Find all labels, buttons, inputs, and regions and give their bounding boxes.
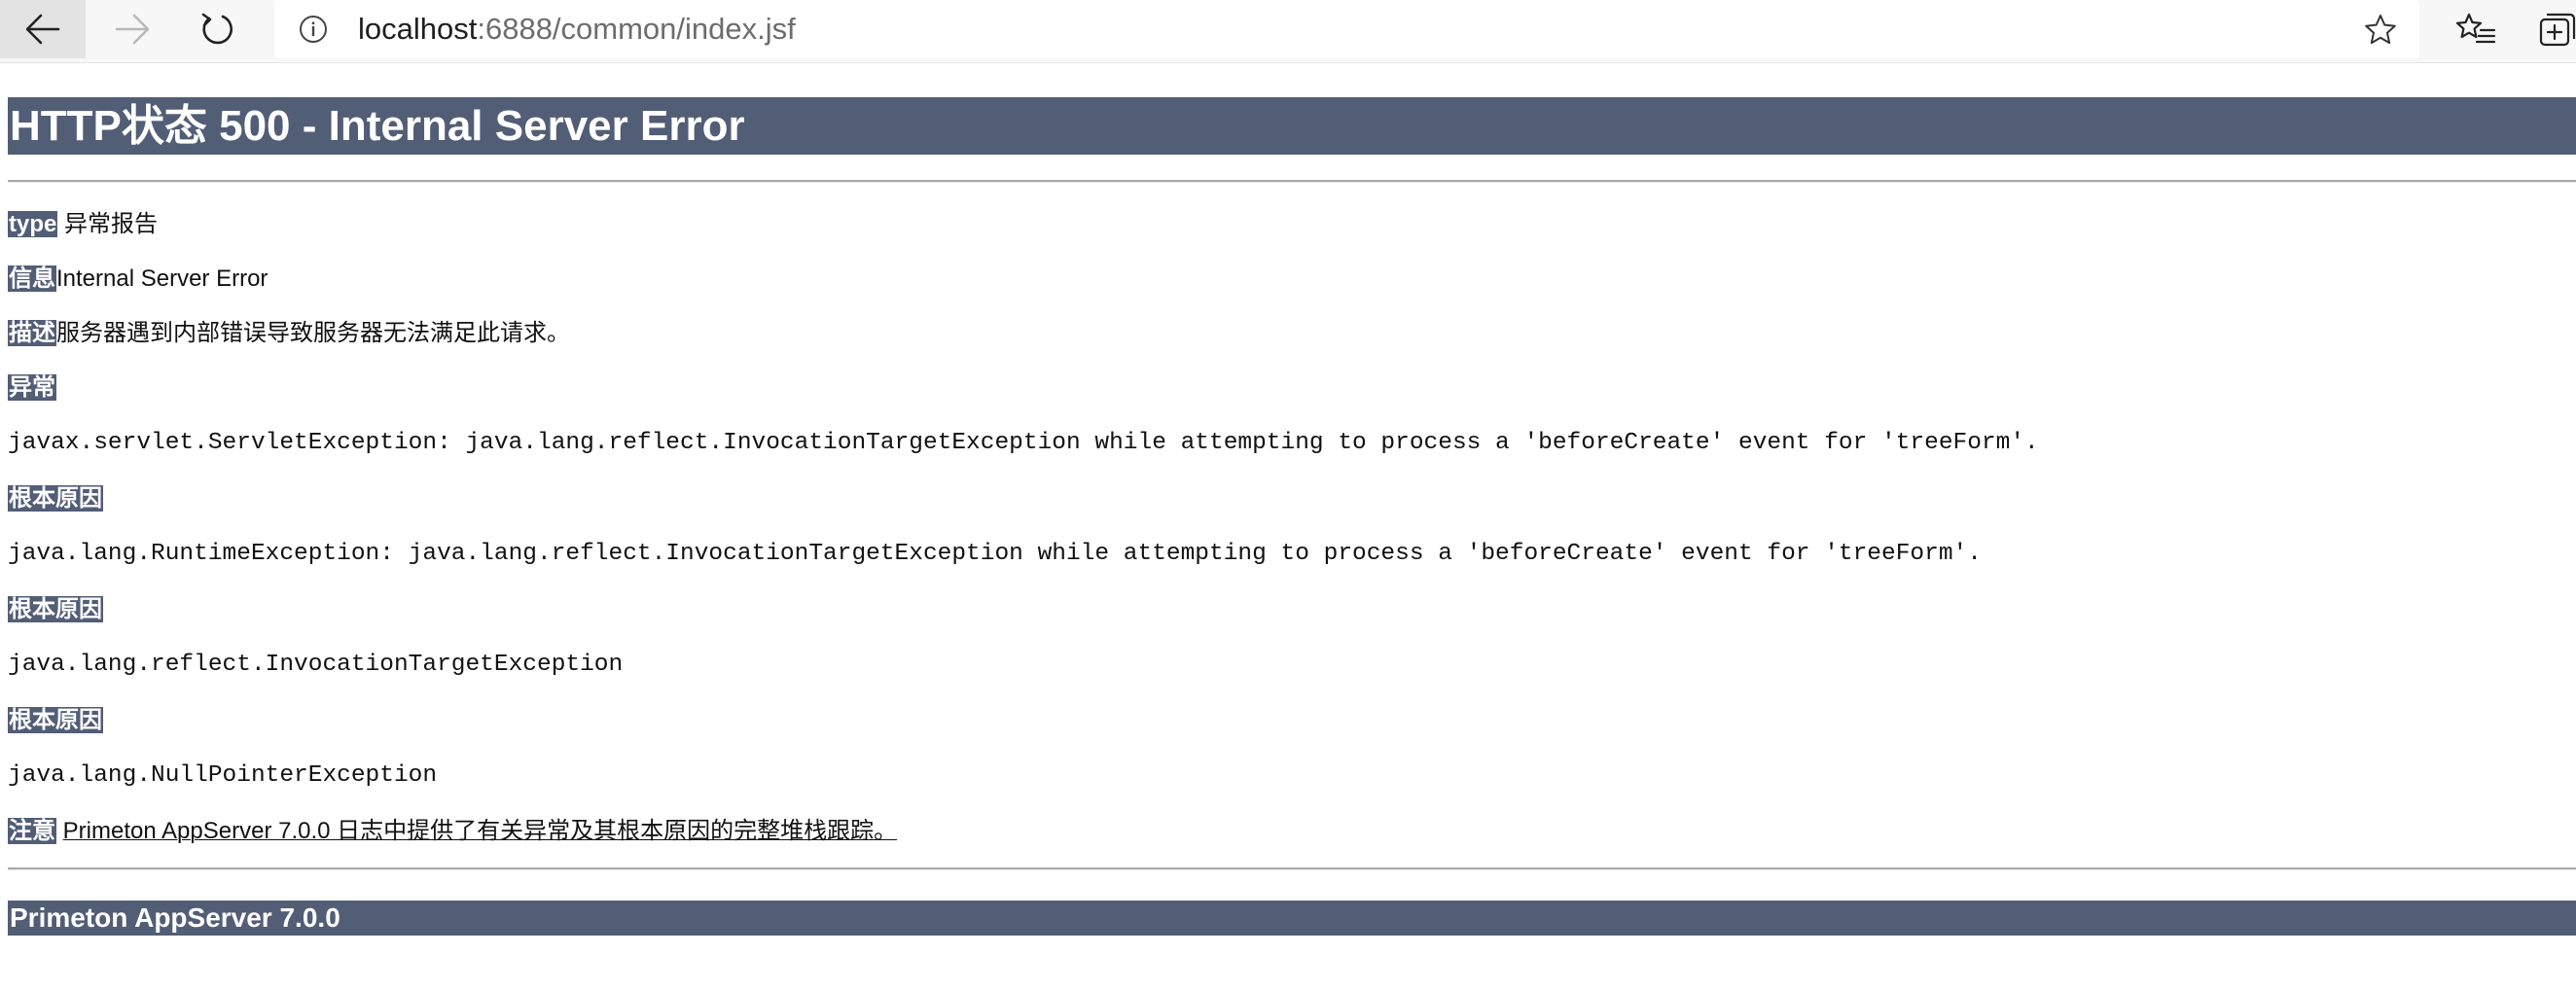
description-label: 描述 (8, 320, 56, 346)
reload-icon (201, 13, 233, 45)
root-cause-trace: java.lang.RuntimeException: java.lang.re… (8, 541, 1982, 567)
root-cause-label: 根本原因 (8, 485, 103, 512)
note-row: 注意 Primeton AppServer 7.0.0 日志中提供了有关异常及其… (8, 817, 897, 846)
message-label: 信息 (8, 265, 56, 292)
type-label: type (8, 211, 58, 237)
root-cause-trace: java.lang.NullPointerException (8, 762, 438, 789)
description-value: 服务器遇到内部错误导致服务器无法满足此请求。 (56, 320, 570, 346)
url-text[interactable]: localhost:6888/common/index.jsf (358, 12, 796, 47)
description-row: 描述服务器遇到内部错误导致服务器无法满足此请求。 (8, 319, 570, 348)
back-button[interactable] (0, 0, 86, 58)
root-cause-heading: 根本原因 (8, 484, 103, 513)
root-cause-label: 根本原因 (8, 596, 103, 622)
favorites-icon[interactable] (2455, 12, 2496, 47)
type-value: 异常报告 (57, 211, 159, 237)
root-cause-label: 根本原因 (8, 707, 103, 733)
exception-trace: javax.servlet.ServletException: java.lan… (8, 430, 2039, 456)
forward-button[interactable] (89, 0, 175, 58)
divider (8, 180, 2576, 183)
address-bar[interactable]: localhost:6888/common/index.jsf (274, 0, 2419, 58)
url-path: :6888/common/index.jsf (477, 12, 796, 46)
divider (8, 867, 2576, 870)
exception-heading: 异常 (8, 373, 56, 403)
reload-button[interactable] (175, 0, 261, 58)
message-value: Internal Server Error (56, 265, 268, 292)
root-cause-heading: 根本原因 (8, 595, 103, 624)
arrow-right-icon (115, 14, 150, 45)
root-cause-heading: 根本原因 (8, 706, 103, 735)
page-title: HTTP状态 500 - Internal Server Error (8, 97, 2576, 155)
arrow-left-icon (25, 14, 60, 45)
url-host: localhost (358, 12, 478, 46)
server-footer: Primeton AppServer 7.0.0 (8, 901, 2576, 936)
message-row: 信息Internal Server Error (8, 265, 268, 294)
note-label: 注意 (8, 818, 56, 844)
note-text: Primeton AppServer 7.0.0 日志中提供了有关异常及其根本原… (62, 818, 898, 844)
root-cause-trace: java.lang.reflect.InvocationTargetExcept… (8, 652, 624, 678)
star-icon[interactable] (2363, 13, 2398, 48)
info-icon[interactable] (298, 14, 329, 45)
type-row: type 异常报告 (8, 210, 158, 239)
browser-toolbar: localhost:6888/common/index.jsf (0, 0, 2576, 63)
collections-icon[interactable] (2535, 12, 2576, 47)
exception-label: 异常 (8, 374, 56, 401)
